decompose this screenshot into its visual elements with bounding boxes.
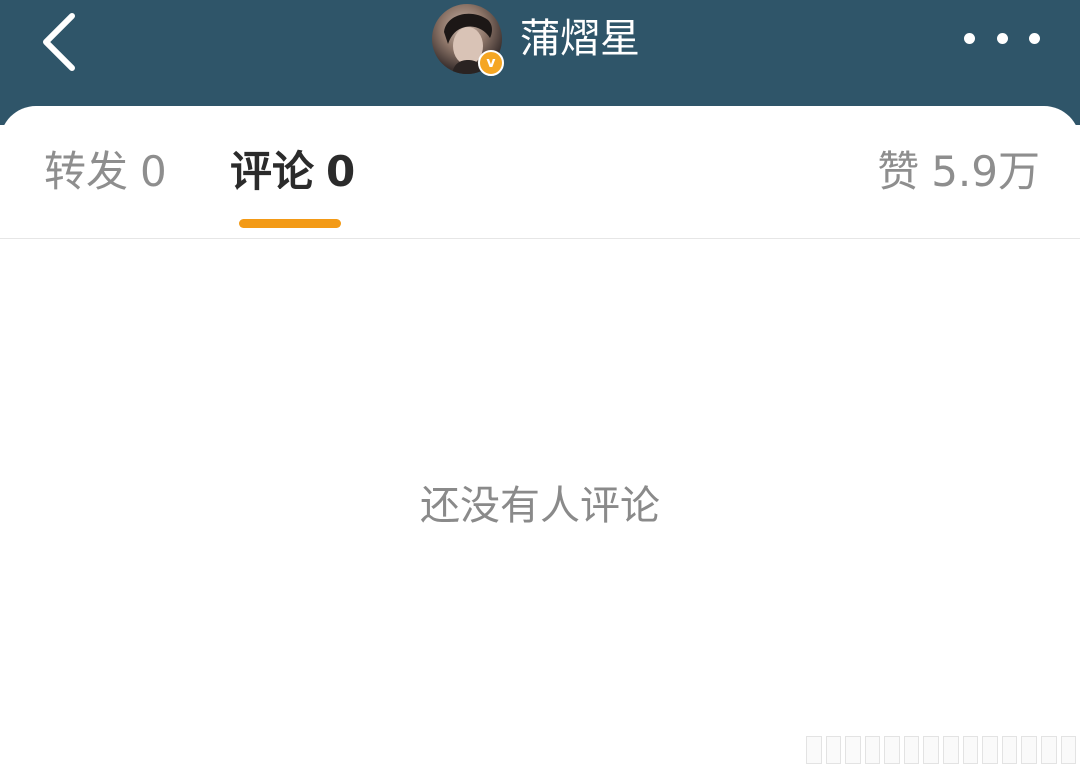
- active-tab-indicator: [239, 219, 341, 228]
- more-dot-icon: [1029, 32, 1040, 44]
- tab-comment[interactable]: 评论 0: [230, 144, 355, 200]
- watermark-image: [806, 736, 1077, 764]
- empty-state-message: 还没有人评论: [420, 483, 660, 529]
- tab-like[interactable]: 赞 5.9万: [877, 144, 1040, 200]
- tab-label: 评论: [230, 147, 315, 196]
- chevron-left-icon: [43, 13, 75, 71]
- tab-count: 5.9万: [931, 147, 1040, 196]
- tab-count: 0: [326, 147, 356, 196]
- more-dot-icon: [964, 32, 975, 44]
- author-name[interactable]: 蒲熠星: [520, 4, 640, 74]
- comments-sheet: 转发 0 评论 0 赞 5.9万 还没有人评论: [0, 106, 1080, 774]
- tab-count: 0: [140, 147, 167, 196]
- back-button[interactable]: [30, 4, 100, 74]
- avatar-container[interactable]: v: [432, 4, 504, 76]
- tab-label: 赞: [877, 147, 920, 196]
- author-info[interactable]: v 蒲熠星: [432, 4, 640, 76]
- tab-bar: 转发 0 评论 0 赞 5.9万: [0, 106, 1080, 239]
- more-dot-icon: [996, 32, 1008, 44]
- tab-repost[interactable]: 转发 0: [44, 144, 167, 200]
- more-options-button[interactable]: [964, 22, 1040, 54]
- tab-label: 转发: [44, 147, 129, 196]
- verified-badge-icon: v: [478, 50, 504, 76]
